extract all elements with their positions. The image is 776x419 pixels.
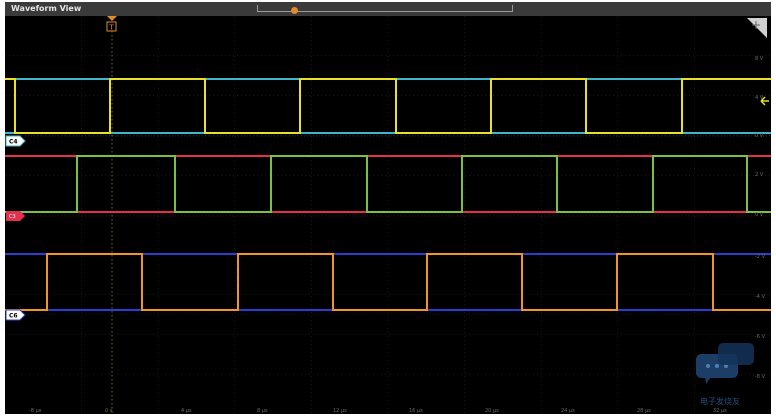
- trigger-label: T: [108, 24, 114, 32]
- watermark-text: 电子发烧友: [700, 396, 740, 406]
- y-tick-label: 8 V: [755, 56, 764, 62]
- channel-label: C4: [9, 139, 18, 146]
- x-tick-label: 8 μs: [257, 408, 268, 414]
- x-tick-label: 4 μs: [181, 408, 192, 414]
- x-tick-label: 0 s: [105, 408, 113, 414]
- y-tick-label: -4 V: [755, 294, 766, 300]
- y-tick-label: -2 V: [755, 254, 766, 260]
- channel-label: C6: [9, 313, 18, 320]
- y-tick-label: 0 V: [755, 133, 764, 139]
- trace-c6: [5, 253, 771, 311]
- waveform-display[interactable]: T C4 C3 C6 8 V 4 V 0 V 2 V 0 V -2 V -4 V…: [5, 16, 771, 414]
- x-tick-label: 28 μs: [637, 408, 651, 414]
- oscilloscope-app: Waveform View T C4 C3 C6 8 V 4 V 0 V 2 V…: [0, 0, 776, 419]
- window-title: Waveform View: [11, 4, 82, 13]
- trace-c7: [5, 253, 771, 311]
- graticule-grid: [5, 16, 771, 414]
- y-tick-label: 0 V: [755, 212, 764, 218]
- x-tick-label: 16 μs: [409, 408, 423, 414]
- channel-label: C3: [9, 214, 16, 220]
- x-axis-labels: -8 μs 0 s 4 μs 8 μs 12 μs 16 μs 20 μs 24…: [29, 408, 727, 414]
- y-tick-label: 2 V: [755, 172, 764, 178]
- scrollbar-thumb[interactable]: [291, 7, 298, 14]
- trigger-position-marker[interactable]: T: [106, 16, 117, 414]
- y-tick-label: -6 V: [755, 334, 766, 340]
- corner-fold-icon[interactable]: [747, 18, 767, 38]
- x-tick-label: 32 μs: [713, 408, 727, 414]
- channel-badge-c4[interactable]: C4: [5, 135, 26, 147]
- x-tick-label: 24 μs: [561, 408, 575, 414]
- x-tick-label: 12 μs: [333, 408, 347, 414]
- x-tick-label: 20 μs: [485, 408, 499, 414]
- y-tick-label: -8 V: [755, 374, 766, 380]
- channel-badge-c6[interactable]: C6: [5, 309, 26, 321]
- x-tick-label: -8 μs: [29, 408, 42, 414]
